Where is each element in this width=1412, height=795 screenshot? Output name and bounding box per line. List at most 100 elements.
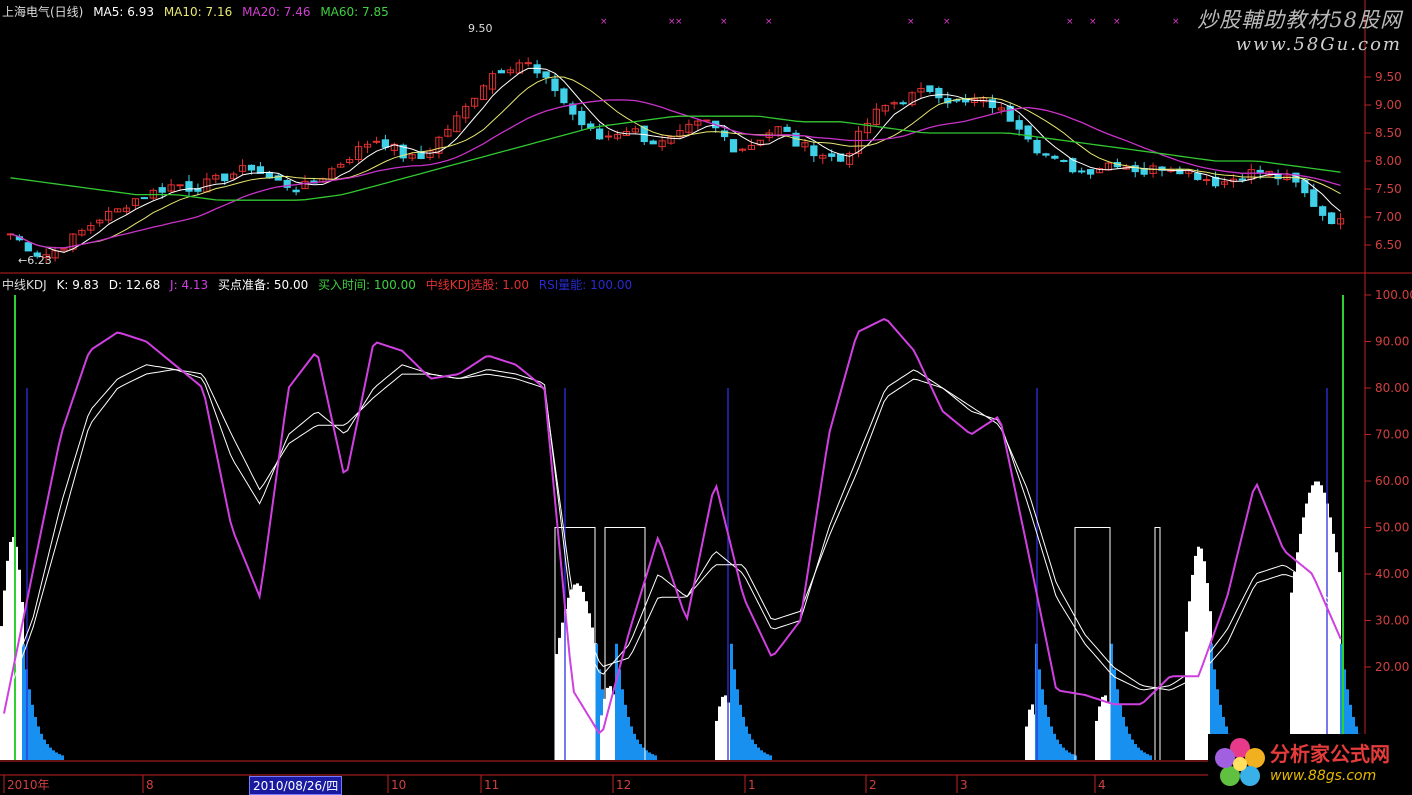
ma60-label: MA60: 7.85 <box>320 5 389 19</box>
rsi-bar <box>627 716 630 760</box>
buy-ready-bar <box>612 694 615 760</box>
candle-down <box>560 88 568 104</box>
rsi-bar <box>34 716 37 760</box>
signal-marker: × <box>1089 17 1097 27</box>
buy-time-label: 买入时间: 100.00 <box>318 278 416 292</box>
candle-down <box>1256 169 1264 174</box>
rsi-bar <box>621 689 624 760</box>
candle-down <box>899 102 907 105</box>
candle-down <box>1051 155 1059 159</box>
candle-down <box>221 173 229 182</box>
buy-ready-bar <box>1332 533 1335 760</box>
buy-ready-bar <box>1101 696 1104 760</box>
buy-ready-bar <box>582 591 585 760</box>
rsi-bar <box>769 755 772 760</box>
rsi-label: RSI量能: 100.00 <box>538 278 633 292</box>
rsi-bar <box>745 726 748 760</box>
kdj-panel <box>0 295 1382 760</box>
buy-ready-bar <box>1299 533 1302 760</box>
buy-ready-bar <box>1104 695 1107 760</box>
candle-down <box>24 242 32 252</box>
rsi-bar <box>633 733 636 760</box>
candle-down <box>595 128 604 140</box>
price-panel: ←6.239.50 × × × × × × × × × × × <box>6 17 1345 267</box>
signal-marker: × <box>765 17 773 27</box>
candle-down <box>247 164 256 171</box>
stock-chart[interactable]: ←6.239.50 × × × × × × × × × × × 9.509.008.508.007.5… <box>0 0 1412 793</box>
buy-ready-bar <box>561 622 564 760</box>
buy-ready-bar <box>1305 503 1308 760</box>
rsi-bar <box>763 752 766 760</box>
buy-ready-bar <box>715 720 718 760</box>
candle-down <box>578 110 586 126</box>
rsi-bar <box>55 752 58 760</box>
ma5-label: MA5: 6.93 <box>93 5 154 19</box>
candle-up <box>176 184 184 187</box>
buy-ready-bar <box>1296 552 1299 760</box>
rsi-bar <box>630 726 633 760</box>
candle-down <box>1033 139 1041 154</box>
date-label: 8 <box>146 778 154 792</box>
candle-down <box>783 126 791 132</box>
price-tick-label: 6.50 <box>1375 238 1402 252</box>
buy-ready-bar <box>1311 485 1314 760</box>
rsi-bar <box>736 689 739 760</box>
rsi-bar <box>1041 689 1044 760</box>
rsi-bar <box>43 739 46 760</box>
candle-down <box>1042 153 1050 156</box>
rsi-bar <box>766 754 769 760</box>
price-tick-label: 9.50 <box>1375 70 1402 84</box>
rsi-bar <box>624 704 627 760</box>
candle-down <box>1238 178 1246 181</box>
watermark-url: www.58Gu.com <box>1235 34 1402 55</box>
buy-ready-bar <box>1031 704 1034 760</box>
rsi-bar <box>757 747 760 760</box>
stock-name: 上海电气(日线) <box>2 5 84 19</box>
candle-down <box>185 181 193 192</box>
rsi-bar <box>654 755 657 760</box>
kdj-tick-label: 30.00 <box>1375 614 1409 628</box>
signal-marker: × <box>720 17 728 27</box>
buy-ready-bar <box>1194 555 1197 760</box>
rsi-bar <box>1053 733 1056 760</box>
candle-down <box>292 189 300 193</box>
kdj-tick-label: 50.00 <box>1375 521 1409 535</box>
rsi-bar <box>22 643 25 760</box>
signal-marker: × <box>600 17 608 27</box>
rsi-bar <box>1071 754 1074 760</box>
buy-ready-bar <box>724 695 727 760</box>
price-tick-label: 7.50 <box>1375 182 1402 196</box>
rsi-bar <box>751 739 754 760</box>
j-line <box>3 317 1342 735</box>
rsi-bar <box>760 750 763 760</box>
candle-down <box>729 139 738 153</box>
buy-ready-bar <box>1329 517 1332 760</box>
rsi-bar <box>739 704 742 760</box>
rsi-bar <box>49 747 52 760</box>
rsi-bar <box>1137 747 1140 760</box>
price-tick-label: 7.00 <box>1375 210 1402 224</box>
kdj-pick-label: 中线KDJ选股: 1.00 <box>425 278 529 292</box>
rsi-bar <box>1068 752 1071 760</box>
cursor-date: 2010/08/26/四 <box>249 776 343 795</box>
k-line <box>3 364 1342 691</box>
rsi-bar <box>1056 739 1059 760</box>
buy-ready-bar <box>1335 552 1338 760</box>
ma10-line <box>10 76 1341 249</box>
kdj-header: 中线KDJ K: 9.83 D: 12.68 J: 4.13 买点准备: 50.… <box>2 276 638 293</box>
rsi-bar <box>1038 669 1041 760</box>
rsi-bar <box>46 744 49 760</box>
buy-ready-bar <box>1191 574 1194 760</box>
buy-ready-bar <box>1293 572 1296 760</box>
high-annotation: 9.50 <box>468 22 493 35</box>
rsi-bar <box>1059 744 1062 760</box>
rsi-bar <box>639 744 642 760</box>
rsi-bar <box>1125 726 1128 760</box>
price-tick-label: 8.00 <box>1375 154 1402 168</box>
buy-ready-bar <box>1323 492 1326 760</box>
rsi-bar <box>1131 739 1134 760</box>
rsi-bar <box>1134 744 1137 760</box>
buy-ready-bar <box>600 715 603 760</box>
logo: 分析家公式网 www.88gs.com <box>1208 734 1412 793</box>
rsi-bar <box>742 716 745 760</box>
